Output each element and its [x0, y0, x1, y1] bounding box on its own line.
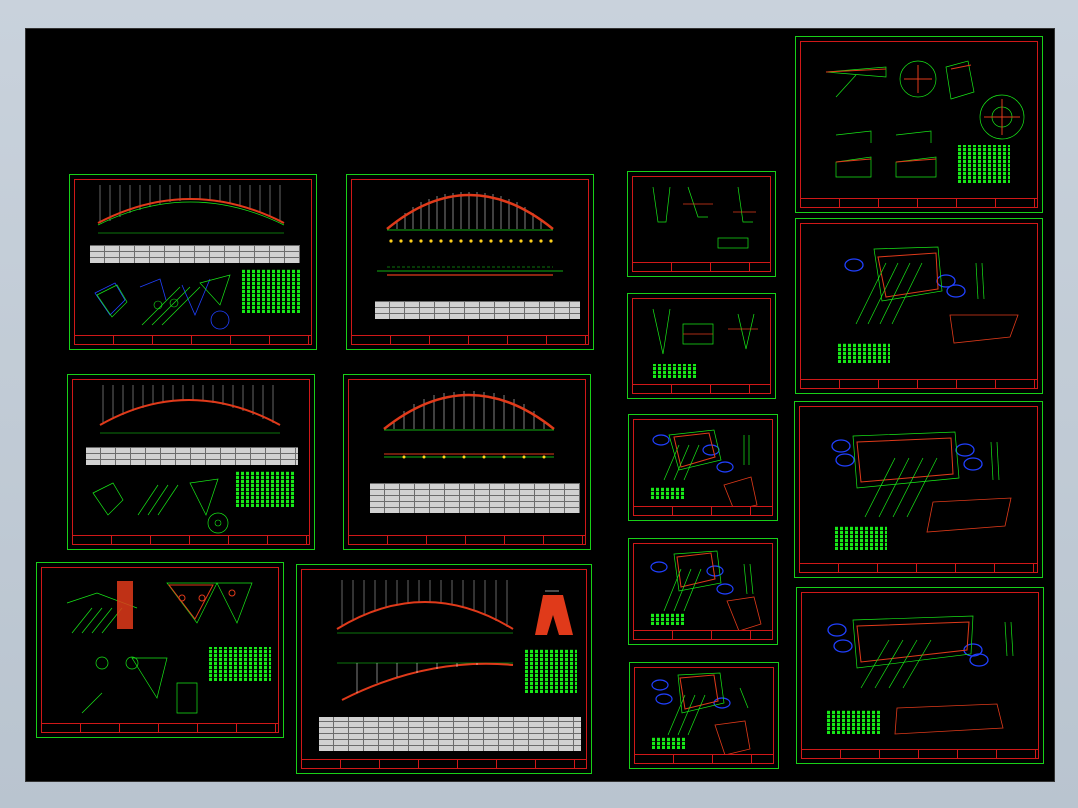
- node-detail-drawing: [652, 186, 756, 249]
- schedule-table: [525, 649, 577, 693]
- title-block: [634, 506, 772, 515]
- data-table: [90, 245, 300, 263]
- title-block: [634, 630, 772, 639]
- schedule-table: [827, 710, 881, 734]
- title-block: [75, 335, 311, 344]
- title-block: [802, 749, 1038, 758]
- title-block: [633, 384, 770, 393]
- drawing-sheet-arch-plan[interactable]: [296, 564, 592, 774]
- joint-plate-drawing: [652, 429, 758, 511]
- node-details-drawing: [825, 60, 1025, 178]
- title-block: [73, 535, 309, 544]
- joint-plate-drawing: [831, 431, 1012, 533]
- title-block: [801, 379, 1037, 388]
- drawing-sheet-arch-elevation-2[interactable]: [67, 374, 315, 550]
- joint-plate-drawing: [650, 550, 762, 632]
- data-table: [86, 447, 298, 465]
- arch-hangers-drawing: [377, 192, 563, 276]
- title-block: [635, 754, 773, 763]
- title-block: [349, 535, 585, 544]
- title-block: [801, 198, 1037, 207]
- title-block: [633, 262, 770, 271]
- title-block: [302, 759, 586, 768]
- drawing-sheet-joint-plate-6[interactable]: [796, 587, 1044, 764]
- schedule-table: [958, 145, 1010, 183]
- drawing-sheet-arch-elevation-1[interactable]: [69, 174, 317, 350]
- schedule-table: [653, 364, 697, 378]
- drawing-sheet-node-detail-2[interactable]: [627, 293, 776, 399]
- data-table: [375, 301, 580, 319]
- joint-plate-drawing: [844, 246, 1019, 344]
- node-detail-drawing: [652, 308, 758, 355]
- schedule-table: [209, 647, 271, 681]
- schedule-table: [652, 737, 686, 749]
- schedule-table: [242, 269, 300, 313]
- data-table: [319, 717, 581, 751]
- schedule-table: [651, 487, 685, 499]
- drawing-sheet-joint-plate-5[interactable]: [794, 401, 1043, 578]
- title-block: [800, 563, 1037, 572]
- title-block: [352, 335, 588, 344]
- arch-hangers-drawing: [383, 391, 555, 459]
- drawing-canvas[interactable]: [25, 28, 1055, 782]
- schedule-table: [236, 471, 294, 507]
- joint-plate-drawing: [651, 672, 751, 756]
- drawing-sheet-arch-hangers-2[interactable]: [343, 374, 591, 550]
- data-table: [370, 483, 580, 513]
- drawing-sheet-node-detail-1[interactable]: [627, 171, 776, 277]
- drawing-sheet-joint-plate-3[interactable]: [629, 662, 779, 769]
- title-block: [42, 723, 278, 732]
- drawing-sheet-arch-hangers-1[interactable]: [346, 174, 594, 350]
- cad-viewer: { "viewer": { "background_color": "#0000…: [0, 0, 1078, 808]
- schedule-table: [835, 526, 887, 550]
- joint-plate-drawing: [827, 615, 1014, 735]
- drawing-sheet-node-details-right[interactable]: [795, 36, 1043, 213]
- drawing-sheet-joint-plate-2[interactable]: [628, 538, 778, 645]
- drawing-sheet-joint-plate-4[interactable]: [795, 218, 1043, 394]
- drawing-sheet-node-details[interactable]: [36, 562, 284, 738]
- schedule-table: [838, 343, 890, 363]
- drawing-sheet-joint-plate-1[interactable]: [628, 414, 778, 521]
- schedule-table: [651, 613, 685, 625]
